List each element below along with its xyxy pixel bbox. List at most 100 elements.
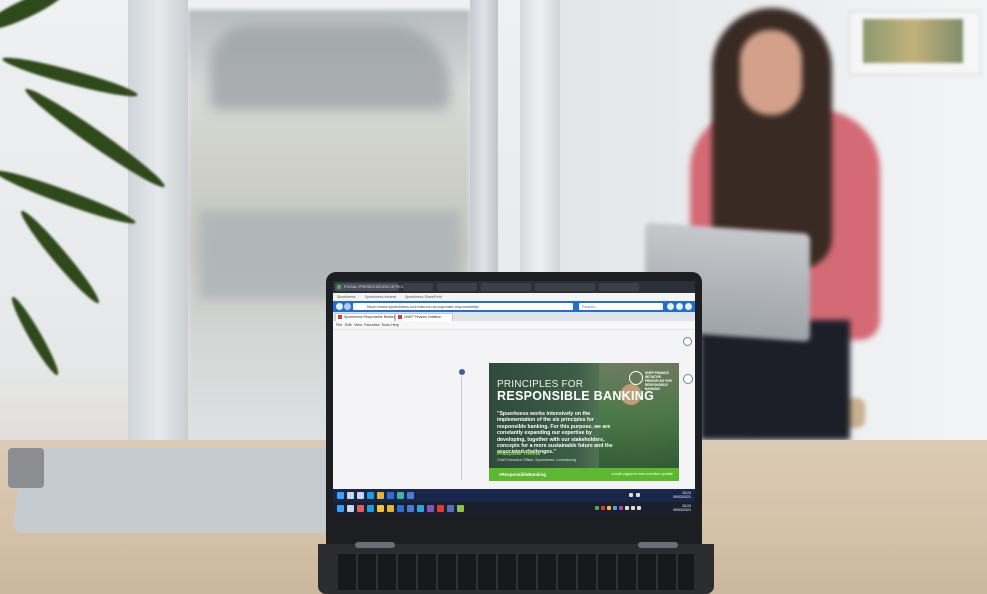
- app-icon[interactable]: [397, 492, 404, 499]
- banner-quote: "Spuerkeess works intensively on the imp…: [497, 411, 613, 456]
- taskbar-top: 15:24 09/03/2021: [333, 489, 695, 502]
- bookmark-link[interactable]: Spuerkeess SharePoint: [405, 295, 442, 299]
- menu-help[interactable]: Help: [391, 323, 399, 327]
- page-tab-label: UNEP Finance Initiative: [404, 315, 441, 319]
- task-view-icon[interactable]: [357, 492, 364, 499]
- gear-icon[interactable]: [685, 303, 692, 310]
- bookmark-link[interactable]: Spuerkeess: [337, 295, 355, 299]
- tray-clock[interactable]: 15:24 09/03/2021: [673, 504, 691, 512]
- browser-tab-active[interactable]: PUGAL PRESENTATION OFFICE 365 SITE: [335, 283, 423, 291]
- app-icon[interactable]: [357, 505, 364, 512]
- help-icon[interactable]: [683, 337, 692, 346]
- browser-tab[interactable]: [481, 283, 531, 291]
- laptop-hinge: [355, 542, 395, 548]
- browser-tab-strip: PUGAL PRESENTATION OFFICE 365 SITE: [333, 281, 695, 293]
- divider: [461, 377, 462, 480]
- photo-scene: PUGAL PRESENTATION OFFICE 365 SITE Spuer…: [0, 0, 987, 594]
- banner-hashtag: #ResponsibleBanking: [499, 471, 547, 477]
- tray-clock[interactable]: 15:24 09/03/2021: [673, 491, 691, 499]
- carousel-dot-icon[interactable]: [459, 369, 465, 375]
- network-icon[interactable]: [629, 493, 633, 497]
- back-icon[interactable]: [336, 303, 343, 310]
- menu-favorites[interactable]: Favorites: [364, 323, 380, 327]
- folder-icon[interactable]: [377, 505, 384, 512]
- windows-start-icon[interactable]: [337, 505, 344, 512]
- app-icon[interactable]: [427, 505, 434, 512]
- tray-icon[interactable]: [631, 506, 635, 510]
- address-bar[interactable]: https://www.spuerkeess.lu/en/about-us/co…: [353, 303, 573, 310]
- chrome-icon[interactable]: [377, 492, 384, 499]
- page-icon: [398, 315, 402, 319]
- banner-link[interactable]: unepfi.org/pmb-new-member-update: [611, 472, 673, 476]
- banner-title-line2: RESPONSIBLE BANKING: [497, 389, 655, 403]
- menu-edit[interactable]: Edit: [345, 323, 352, 327]
- laptop-hinge: [638, 542, 678, 548]
- home-icon[interactable]: [667, 303, 674, 310]
- window-frame-left: [128, 0, 188, 445]
- ie-icon[interactable]: [387, 492, 394, 499]
- browser-tab[interactable]: [599, 283, 639, 291]
- blurred-car: [210, 25, 450, 110]
- plant-leaf: [16, 206, 104, 308]
- star-icon[interactable]: [676, 303, 683, 310]
- menu-tools[interactable]: Tools: [381, 323, 390, 327]
- tray-icon[interactable]: [607, 506, 611, 510]
- browser-tab[interactable]: [535, 283, 595, 291]
- menu-view[interactable]: View: [354, 323, 362, 327]
- bookmarks-bar: Spuerkeess Spuerkeess Intranet Spuerkees…: [333, 293, 695, 301]
- logo-text: UNEP FINANCE INITIATIVE PRINCIPLES FOR R…: [645, 371, 672, 391]
- desk-mat: [12, 448, 344, 533]
- tray-icon[interactable]: [613, 506, 617, 510]
- plant-leaf: [0, 52, 140, 102]
- forward-icon[interactable]: [344, 303, 351, 310]
- search-input[interactable]: Search...: [579, 303, 663, 310]
- laptop-keyboard: [338, 554, 694, 590]
- url-text: https://www.spuerkeess.lu/en/about-us/co…: [367, 304, 480, 309]
- browser-tab[interactable]: [437, 283, 477, 291]
- search-placeholder: Search...: [582, 304, 599, 309]
- app-icon[interactable]: [407, 505, 414, 512]
- tray-icon[interactable]: [601, 506, 605, 510]
- windows-start-icon[interactable]: [337, 492, 344, 499]
- prb-banner[interactable]: UNEP FINANCE INITIATIVE PRINCIPLES FOR R…: [489, 363, 679, 481]
- app-icon[interactable]: [407, 492, 414, 499]
- app-icon[interactable]: [437, 505, 444, 512]
- page-tab-row: Spuerkeess Responsible Banking UNEP Fina…: [333, 312, 695, 321]
- favicon-icon: [337, 285, 341, 289]
- page-tab-label: Spuerkeess Responsible Banking: [344, 315, 397, 319]
- search-icon[interactable]: [347, 492, 354, 499]
- tray-icon[interactable]: [637, 506, 641, 510]
- app-icon[interactable]: [457, 505, 464, 512]
- tray-icon[interactable]: [619, 506, 623, 510]
- tray-icon[interactable]: [625, 506, 629, 510]
- volume-icon[interactable]: [636, 493, 640, 497]
- edge-icon[interactable]: [367, 492, 374, 499]
- app-icon[interactable]: [417, 505, 424, 512]
- menu-bar: File Edit View Favorites Tools Help: [333, 321, 695, 330]
- chrome-icon[interactable]: [387, 505, 394, 512]
- page-tab[interactable]: UNEP Finance Initiative: [395, 313, 453, 321]
- wall-picture: [848, 10, 982, 76]
- clock-date: 09/03/2021: [673, 508, 691, 513]
- browser-tab[interactable]: [403, 283, 433, 291]
- unep-logo-icon: [629, 371, 643, 385]
- page-tab[interactable]: Spuerkeess Responsible Banking: [335, 313, 397, 321]
- tray-icon[interactable]: [595, 506, 599, 510]
- browser-nav-bar: https://www.spuerkeess.lu/en/about-us/co…: [333, 301, 695, 312]
- clock-date: 09/03/2021: [673, 495, 691, 500]
- banner-person-name: Françoise Thoma: [497, 451, 540, 457]
- plant-leaf: [0, 0, 70, 37]
- taskbar-bottom: 15:24 09/03/2021: [333, 502, 695, 515]
- menu-file[interactable]: File: [336, 323, 342, 327]
- plant-leaf: [7, 294, 63, 378]
- woman-face: [740, 30, 802, 115]
- search-icon[interactable]: [347, 505, 354, 512]
- banner-person-role: Chief Executive Officer, Spuerkeess, Lux…: [497, 458, 577, 462]
- app-icon[interactable]: [397, 505, 404, 512]
- plant-leaf: [0, 164, 138, 230]
- app-icon[interactable]: [447, 505, 454, 512]
- desk-device: [8, 448, 44, 488]
- edge-icon[interactable]: [367, 505, 374, 512]
- bookmark-link[interactable]: Spuerkeess Intranet: [365, 295, 396, 299]
- next-arrow-icon[interactable]: [683, 374, 693, 384]
